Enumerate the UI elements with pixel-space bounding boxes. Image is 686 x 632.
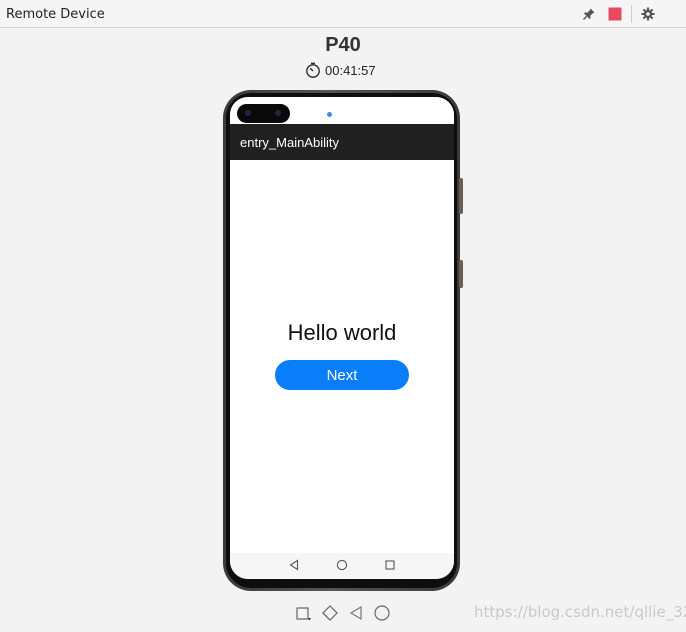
home-icon[interactable]	[335, 558, 349, 572]
back-icon[interactable]	[346, 603, 366, 623]
timer-value: 00:41:57	[325, 62, 376, 78]
stopwatch-icon	[305, 62, 321, 78]
phone-nav-bar	[230, 553, 454, 579]
gear-icon[interactable]	[640, 6, 656, 22]
rotate-icon[interactable]	[320, 603, 340, 623]
phone-screen: entry_MainAbility Hello world Next	[230, 97, 454, 579]
recents-icon[interactable]	[383, 558, 397, 572]
power-button	[459, 260, 463, 288]
watermark: https://blog.csdn.net/qllie_32	[474, 603, 686, 621]
app-content: Hello world Next	[230, 160, 454, 553]
camera-lens-icon	[275, 110, 281, 116]
header-divider	[631, 5, 632, 23]
status-bar	[230, 97, 454, 124]
camera-cutout	[237, 104, 290, 123]
home-icon[interactable]	[372, 603, 392, 623]
back-icon[interactable]	[287, 558, 301, 572]
pin-icon[interactable]	[581, 6, 597, 22]
camera-lens-icon	[245, 110, 251, 116]
device-name: P40	[325, 34, 361, 56]
panel-header: Remote Device	[0, 0, 686, 28]
app-title: entry_MainAbility	[240, 135, 339, 150]
panel-title: Remote Device	[6, 7, 105, 22]
status-indicator-icon	[327, 112, 332, 117]
stop-icon[interactable]	[607, 6, 623, 22]
session-timer: 00:41:57	[305, 61, 376, 79]
hello-text: Hello world	[287, 320, 397, 345]
volume-button	[459, 178, 463, 214]
next-button[interactable]: Next	[275, 360, 409, 390]
screenshot-icon[interactable]	[294, 603, 314, 623]
app-titlebar: entry_MainAbility	[230, 124, 454, 160]
